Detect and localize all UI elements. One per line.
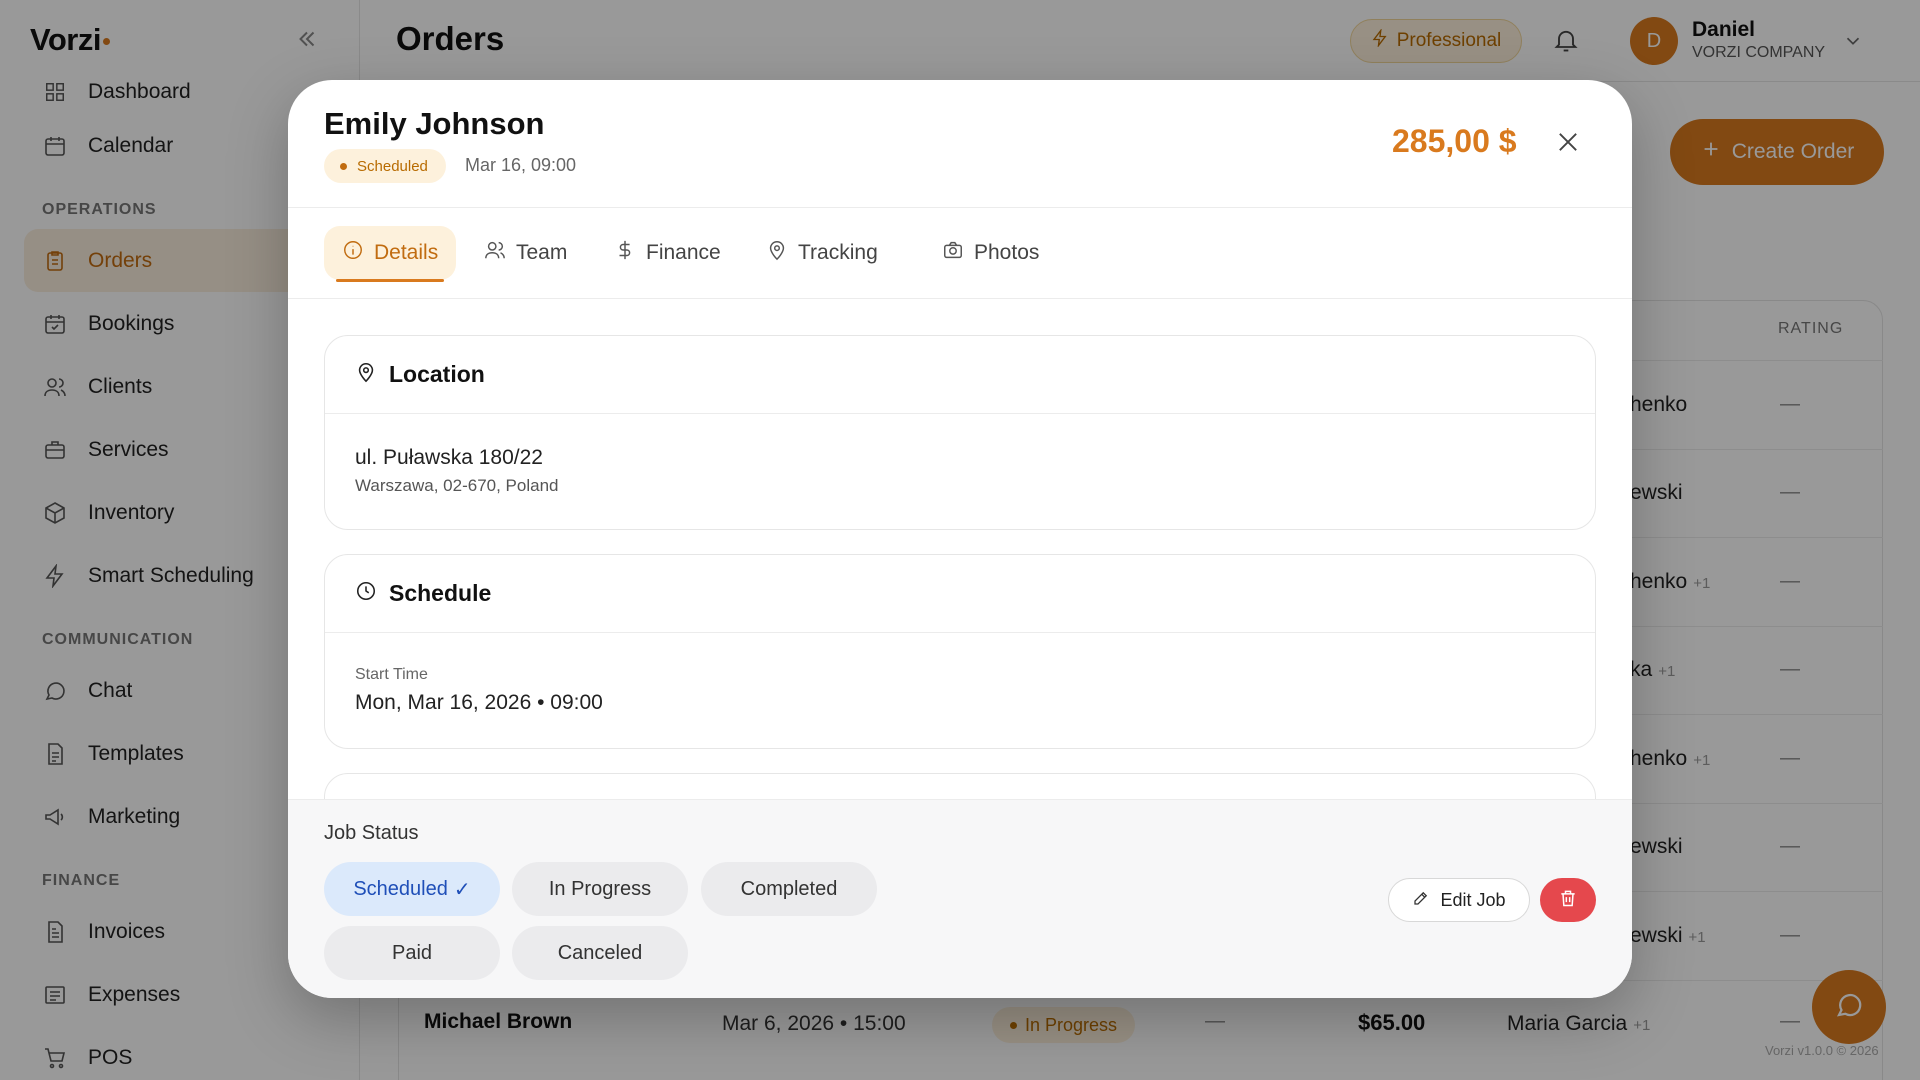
- job-status-label: Job Status: [324, 822, 419, 844]
- order-amount: 285,00 $: [1392, 123, 1517, 159]
- check-icon: ✓: [453, 878, 471, 901]
- tab-team[interactable]: Team: [466, 226, 585, 280]
- clock-icon: [355, 580, 377, 608]
- order-date: Mar 16, 09:00: [465, 155, 577, 175]
- pencil-icon: [1412, 889, 1430, 912]
- order-details-modal: Emily Johnson Scheduled Mar 16, 09:00 28…: [288, 80, 1632, 998]
- info-icon: [342, 239, 364, 267]
- client-name: Emily Johnson: [324, 106, 545, 141]
- location-card: Location ul. Puławska 180/22 Warszawa, 0…: [324, 335, 1596, 530]
- schedule-card-header: Schedule: [325, 555, 1595, 633]
- tab-label: Details: [374, 241, 439, 264]
- tab-photos[interactable]: Photos: [924, 226, 1057, 280]
- edit-job-label: Edit Job: [1440, 889, 1506, 910]
- camera-icon: [942, 239, 964, 267]
- modal-tabs: Details Team Finance Tracking Photos: [288, 208, 1632, 299]
- delete-job-button[interactable]: [1540, 878, 1596, 922]
- start-time-value: Mon, Mar 16, 2026 • 09:00: [355, 691, 603, 714]
- tab-tracking[interactable]: Tracking: [748, 226, 896, 280]
- close-icon[interactable]: [1554, 128, 1584, 158]
- pin-icon: [355, 361, 377, 389]
- status-option-scheduled[interactable]: Scheduled ✓: [324, 862, 500, 916]
- edit-job-button[interactable]: Edit Job: [1388, 878, 1530, 922]
- users-icon: [484, 239, 506, 267]
- tab-label: Tracking: [798, 241, 878, 264]
- schedule-title: Schedule: [389, 580, 492, 606]
- location-title: Location: [389, 361, 485, 387]
- schedule-card: Schedule Start Time Mon, Mar 16, 2026 • …: [324, 554, 1596, 749]
- dollar-icon: [614, 239, 636, 267]
- status-option-completed[interactable]: Completed: [701, 862, 877, 916]
- tab-label: Finance: [646, 241, 721, 264]
- next-card: [324, 773, 1596, 799]
- location-card-header: Location: [325, 336, 1595, 414]
- tab-finance[interactable]: Finance: [596, 226, 739, 280]
- start-time-label: Start Time: [355, 666, 428, 683]
- tab-label: Photos: [974, 241, 1040, 264]
- tab-details[interactable]: Details: [324, 226, 457, 282]
- address-line-2: Warszawa, 02-670, Poland: [355, 476, 559, 495]
- trash-icon: [1558, 888, 1578, 913]
- modal-footer: Job Status Scheduled ✓ In Progress Comple…: [288, 799, 1632, 998]
- address-line-1: ul. Puławska 180/22: [355, 446, 543, 469]
- status-option-in-progress[interactable]: In Progress: [512, 862, 688, 916]
- status-option-canceled[interactable]: Canceled: [512, 926, 688, 980]
- modal-body[interactable]: Location ul. Puławska 180/22 Warszawa, 0…: [288, 299, 1632, 799]
- pin-icon: [766, 239, 788, 267]
- modal-header: Emily Johnson Scheduled Mar 16, 09:00 28…: [288, 80, 1632, 208]
- status-option-paid[interactable]: Paid: [324, 926, 500, 980]
- status-badge: Scheduled: [324, 149, 446, 183]
- tab-label: Team: [516, 241, 568, 264]
